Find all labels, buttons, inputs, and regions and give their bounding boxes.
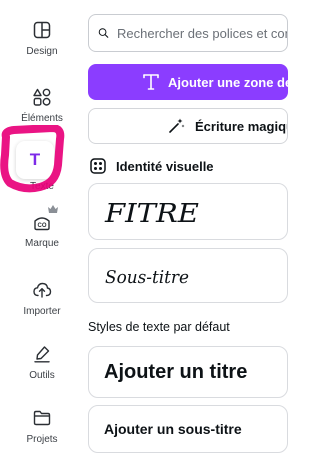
add-title-button[interactable]: Ajouter un titre: [88, 346, 288, 398]
brand-font-card-title[interactable]: FITRE: [88, 183, 288, 240]
sidebar-item-label: Importer: [23, 306, 61, 317]
add-subtitle-button[interactable]: Ajouter un sous-titre: [88, 405, 288, 453]
magic-wand-icon: [169, 118, 185, 133]
svg-text:CO: CO: [38, 223, 47, 229]
brand-subtitle-sample: Sous-titre: [105, 267, 189, 288]
default-styles-heading: Styles de texte par défaut: [88, 320, 230, 334]
pen-tool-icon: [34, 346, 50, 363]
sidebar-item-elements[interactable]: Éléments: [0, 87, 84, 125]
left-sidebar: Design Éléments Texte T CO Marque Import…: [0, 0, 84, 454]
sidebar-item-label: Marque: [25, 238, 59, 249]
brand-kit-heading: Identité visuelle: [90, 157, 214, 175]
brand-kit-heading-text: Identité visuelle: [116, 158, 214, 174]
layout-icon: [33, 21, 51, 39]
sidebar-item-upload[interactable]: Importer: [0, 280, 84, 318]
magic-write-label: Écriture magique: [195, 118, 287, 134]
sidebar-item-label: Projets: [26, 434, 58, 445]
sidebar-item-tools[interactable]: Outils: [0, 344, 84, 382]
search-icon: [98, 28, 109, 38]
sidebar-item-design[interactable]: Design: [0, 20, 84, 58]
font-search-bar[interactable]: [88, 14, 288, 52]
palette-icon: [90, 158, 106, 174]
add-text-box-label: Ajouter une zone de texte: [168, 74, 288, 90]
add-subtitle-label: Ajouter un sous-titre: [104, 421, 242, 437]
text-t-icon: [143, 74, 159, 90]
magic-write-button[interactable]: Écriture magique: [88, 108, 288, 144]
shapes-icon: [33, 88, 51, 106]
sidebar-item-label: Outils: [29, 370, 55, 381]
sidebar-item-label: Design: [26, 46, 58, 57]
sidebar-item-label: Texte: [30, 181, 54, 192]
sidebar-item-projects[interactable]: Projets: [0, 408, 84, 446]
folder-icon: [33, 410, 51, 426]
add-title-label: Ajouter un titre: [104, 360, 248, 383]
crown-icon: [48, 205, 58, 213]
text-icon[interactable]: T: [16, 141, 54, 179]
sidebar-item-brand[interactable]: CO Marque: [0, 212, 84, 250]
svg-text:FITRE: FITRE: [104, 199, 199, 229]
search-input[interactable]: [117, 25, 287, 41]
brand-icon: CO: [34, 217, 50, 231]
svg-text:Sous-titre: Sous-titre: [105, 267, 189, 288]
add-text-box-button[interactable]: Ajouter une zone de texte: [88, 64, 288, 100]
sidebar-item-label: Éléments: [21, 113, 63, 124]
brand-title-sample: FITRE: [104, 199, 199, 229]
brand-font-card-subtitle[interactable]: Sous-titre: [88, 248, 288, 303]
cloud-upload-icon: [33, 282, 52, 298]
